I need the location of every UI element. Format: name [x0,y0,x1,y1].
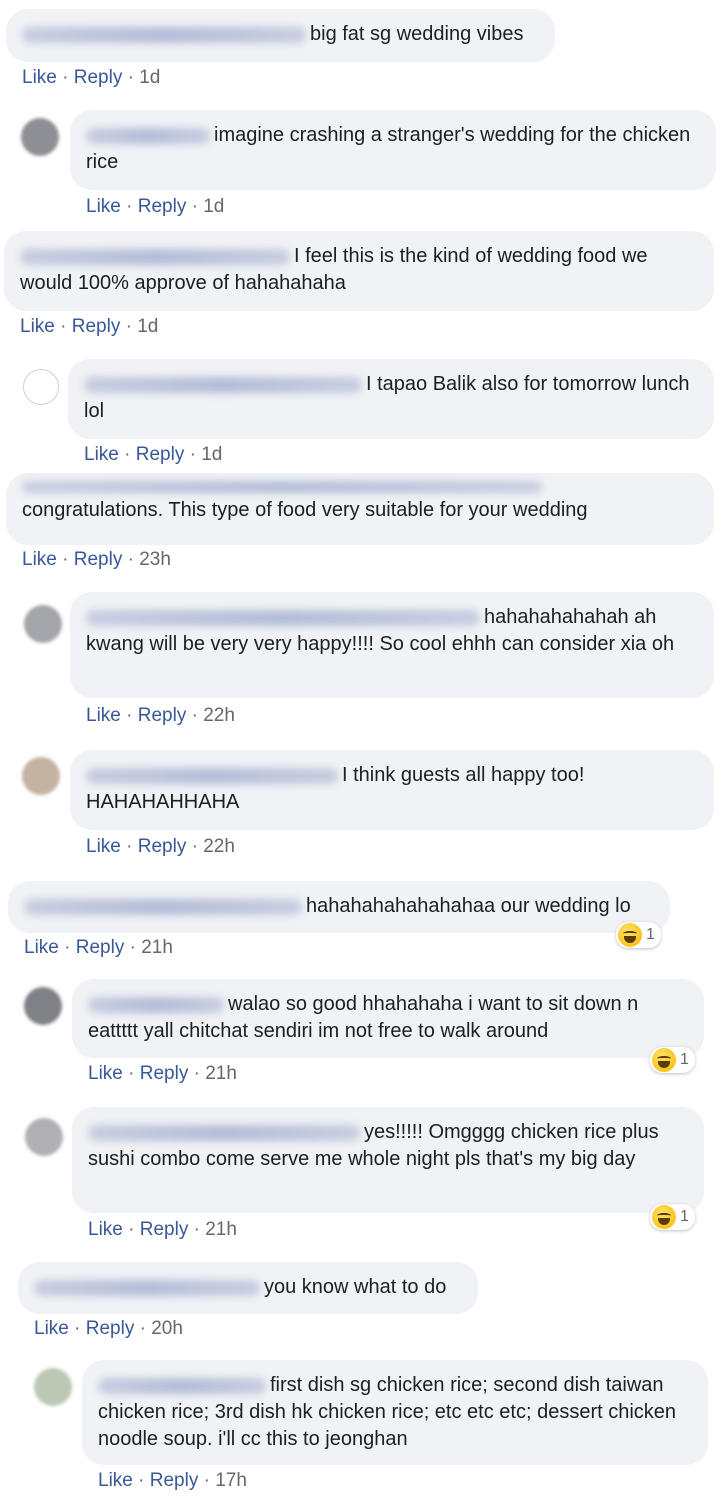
comment-text: hahahahahahahahaa our wedding lo [306,895,631,917]
reply-link[interactable]: Reply [76,937,125,958]
blurred-author-name[interactable] [88,1124,360,1141]
haha-emoji-icon [618,923,642,947]
comment-bubble: walao so good hhahahaha i want to sit do… [72,979,704,1058]
timestamp: 21h [205,1063,237,1084]
like-link[interactable]: Like [98,1470,133,1491]
blurred-author-name[interactable] [86,609,480,626]
avatar[interactable] [25,1118,63,1156]
reaction-badge[interactable]: 1 [616,922,661,948]
timestamp: 1d [201,444,223,465]
timestamp: 17h [215,1470,247,1491]
avatar[interactable] [21,118,59,156]
timestamp: 1d [137,316,159,337]
avatar[interactable] [23,369,59,405]
timestamp: 22h [203,705,235,726]
comment-actions: Like · Reply · 21h [88,1219,237,1240]
blurred-author-name[interactable] [24,898,302,915]
avatar[interactable] [22,757,60,795]
avatar[interactable] [24,605,62,643]
haha-emoji-icon [652,1048,676,1072]
comment-actions: Like · Reply · 1d [20,316,159,337]
timestamp: 22h [203,836,235,857]
comment-text: big fat sg wedding vibes [310,23,524,45]
like-link[interactable]: Like [86,705,121,726]
avatar[interactable] [34,1368,72,1406]
avatar[interactable] [24,987,62,1025]
comment-actions: Like · Reply · 21h [88,1063,237,1084]
comment-actions: Like · Reply · 1d [84,444,223,465]
reply-link[interactable]: Reply [136,444,185,465]
timestamp: 1d [139,67,161,88]
blurred-author-name[interactable] [34,1279,260,1296]
comment-bubble: you know what to do [18,1262,478,1314]
like-link[interactable]: Like [86,836,121,857]
reaction-count: 1 [680,1051,689,1068]
blurred-author-name[interactable] [20,248,290,265]
reply-link[interactable]: Reply [74,67,123,88]
blurred-author-name[interactable] [98,1377,266,1394]
comment-actions: Like · Reply · 22h [86,705,235,726]
haha-emoji-icon [652,1205,676,1229]
reply-link[interactable]: Reply [140,1063,189,1084]
like-link[interactable]: Like [86,196,121,217]
reply-link[interactable]: Reply [74,549,123,570]
timestamp: 23h [139,549,171,570]
reaction-count: 1 [680,1208,689,1225]
like-link[interactable]: Like [22,67,57,88]
reply-link[interactable]: Reply [150,1470,199,1491]
like-link[interactable]: Like [24,937,59,958]
comment-bubble: I think guests all happy too! HAHAHAHHAH… [70,750,714,830]
reaction-badge[interactable]: 1 [650,1047,695,1073]
blurred-author-name[interactable] [86,767,338,784]
timestamp: 21h [205,1219,237,1240]
reply-link[interactable]: Reply [138,836,187,857]
reply-link[interactable]: Reply [138,705,187,726]
timestamp: 20h [151,1318,183,1339]
blurred-author-name[interactable] [22,481,542,493]
blurred-author-name[interactable] [22,26,306,43]
blurred-author-name[interactable] [84,376,362,393]
comment-bubble: I feel this is the kind of wedding food … [4,231,714,311]
comment-actions: Like · Reply · 1d [22,67,161,88]
reply-link[interactable]: Reply [72,316,121,337]
like-link[interactable]: Like [88,1063,123,1084]
comment-bubble: congratulations. This type of food very … [6,473,714,545]
like-link[interactable]: Like [84,444,119,465]
comment-bubble: big fat sg wedding vibes [6,9,555,62]
reaction-count: 1 [646,926,655,943]
reply-link[interactable]: Reply [86,1318,135,1339]
comment-bubble: I tapao Balik also for tomorrow lunch lo… [68,359,714,439]
comment-text: you know what to do [264,1276,447,1298]
reply-link[interactable]: Reply [140,1219,189,1240]
like-link[interactable]: Like [88,1219,123,1240]
reaction-badge[interactable]: 1 [650,1204,695,1230]
comment-bubble: hahahahahahah ah kwang will be very very… [70,592,714,698]
comment-bubble: yes!!!!! Omgggg chicken rice plus sushi … [72,1107,704,1213]
like-link[interactable]: Like [34,1318,69,1339]
comment-bubble: imagine crashing a stranger's wedding fo… [70,110,716,190]
comment-actions: Like · Reply · 21h [24,937,173,958]
blurred-author-name[interactable] [86,127,210,144]
comment-actions: Like · Reply · 1d [86,196,225,217]
reply-link[interactable]: Reply [138,196,187,217]
timestamp: 21h [141,937,173,958]
like-link[interactable]: Like [22,549,57,570]
like-link[interactable]: Like [20,316,55,337]
comment-text: congratulations. This type of food very … [22,499,588,521]
comment-actions: Like · Reply · 22h [86,836,235,857]
blurred-author-name[interactable] [88,996,224,1013]
comment-bubble: first dish sg chicken rice; second dish … [82,1360,708,1465]
comment-actions: Like · Reply · 20h [34,1318,183,1339]
timestamp: 1d [203,196,225,217]
comment-actions: Like · Reply · 23h [22,549,171,570]
comment-bubble: hahahahahahahahaa our wedding lo [8,881,670,933]
comment-actions: Like · Reply · 17h [98,1470,247,1491]
